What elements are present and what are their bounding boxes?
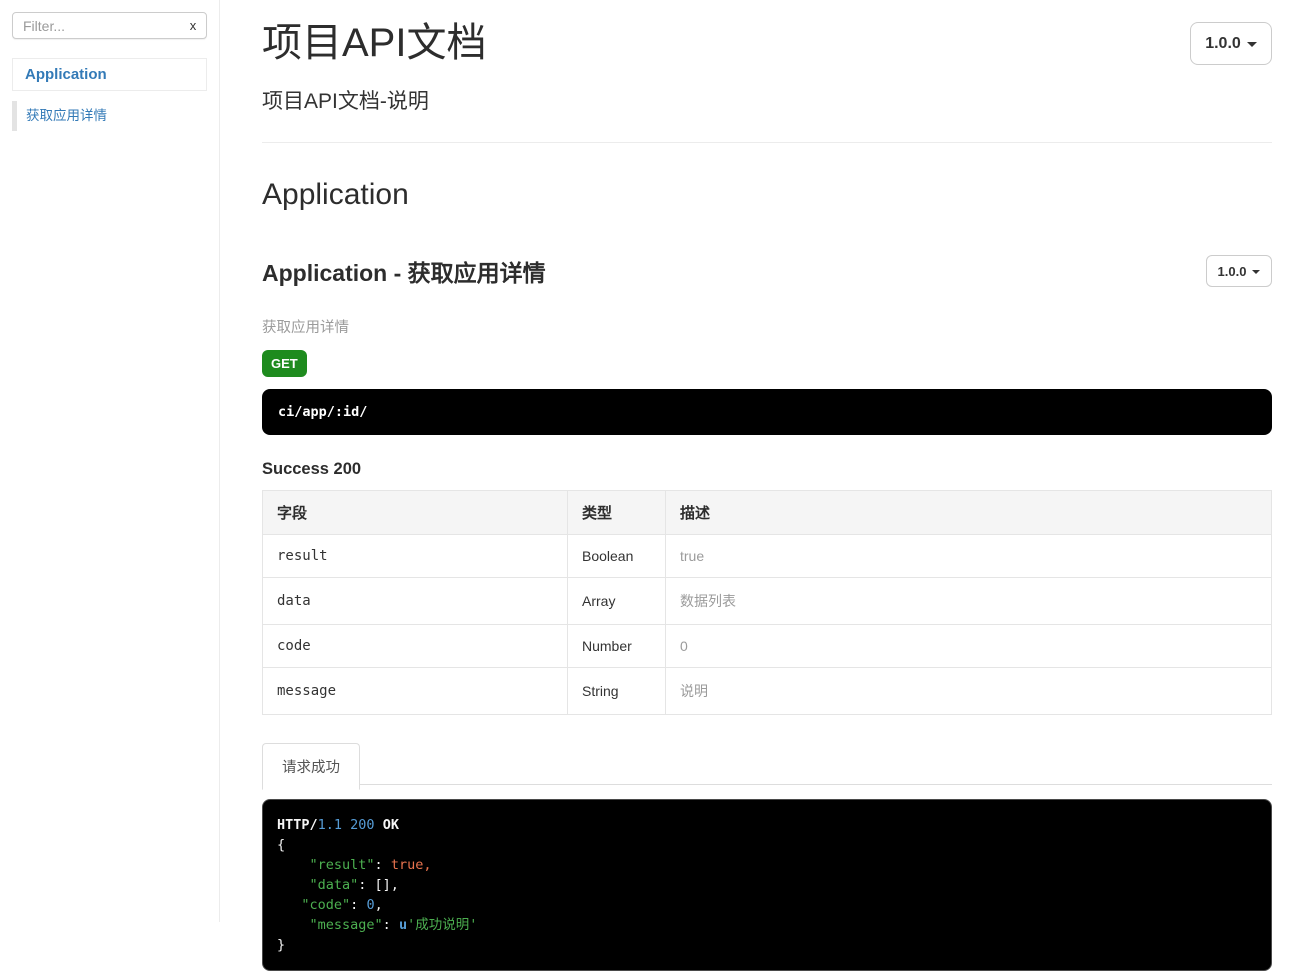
cell-type: Number (567, 624, 666, 668)
caret-down-icon (1246, 42, 1257, 47)
article-version-label: 1.0.0 (1217, 263, 1247, 279)
nav-item-marker-bar (12, 101, 17, 131)
cell-desc: 数据列表 (665, 577, 1272, 625)
page-title: 项目API文档 (262, 21, 487, 65)
cell-desc: 0 (665, 624, 1272, 668)
response-example-code: HTTP/1.1 200 OK { "result": true, "data"… (262, 799, 1272, 971)
cell-field: data (262, 577, 568, 625)
code-token-key: "result" (309, 857, 375, 873)
table-row: message String 说明 (262, 667, 1272, 715)
cell-field: message (262, 667, 568, 715)
cell-type: Boolean (567, 534, 666, 578)
cell-type: Array (567, 577, 666, 625)
table-column-header: 字段 (262, 490, 568, 535)
sidebar-item-label: 获取应用详情 (26, 108, 107, 123)
article-title: Application - 获取应用详情 (262, 260, 546, 286)
code-token-bold: HTTP/ (277, 817, 318, 833)
table-column-header: 描述 (665, 490, 1272, 535)
code-token-string: '成功说明' (407, 917, 478, 933)
code-token-number: 1.1 200 (317, 817, 375, 833)
caret-down-icon (1252, 270, 1261, 274)
table-row: code Number 0 (262, 624, 1272, 668)
code-token-boolean: true, (390, 857, 432, 873)
code-token-plain: : (374, 857, 391, 873)
code-token-bold: OK (382, 817, 399, 833)
method-badge: GET (262, 350, 307, 377)
code-token-plain: : (350, 897, 367, 913)
code-token-unicode: u (398, 917, 408, 933)
code-token-key: "data" (309, 877, 359, 893)
code-token-plain: , (374, 897, 383, 913)
main-content: 项目API文档 1.0.0 项目API文档-说明 Application App… (220, 10, 1294, 971)
cell-type: String (567, 667, 666, 715)
table-header-row: 字段 类型 描述 (262, 490, 1272, 535)
article-version-dropdown[interactable]: 1.0.0 (1206, 255, 1272, 287)
article-description: 获取应用详情 (262, 320, 349, 336)
code-token-plain: } (277, 937, 286, 953)
code-token-number: 0 (366, 897, 375, 913)
table-column-header: 类型 (567, 490, 666, 535)
cell-field: code (262, 624, 568, 668)
table-row: data Array 数据列表 (262, 577, 1272, 625)
code-token-plain: : (382, 917, 399, 933)
example-tabs: 请求成功 (262, 742, 1272, 790)
code-token-key: "code" (301, 897, 351, 913)
code-token-plain: { (277, 837, 286, 853)
sidebar: x Application 获取应用详情 (0, 0, 220, 922)
header-version-label: 1.0.0 (1205, 34, 1241, 52)
page-subtitle: 项目API文档-说明 (262, 90, 429, 113)
sidebar-group-application[interactable]: Application (12, 58, 207, 91)
code-token-key: "message" (309, 917, 383, 933)
table-row: result Boolean true (262, 534, 1272, 578)
cell-field: result (262, 534, 568, 578)
cell-desc: true (665, 534, 1272, 578)
sidebar-item-get-app-detail[interactable]: 获取应用详情 (12, 101, 207, 131)
success-fields-table: 字段 类型 描述 result Boolean true data Array 数据列表 cod… (262, 490, 1272, 715)
cell-desc: 说明 (665, 667, 1272, 715)
filter-input[interactable] (12, 12, 207, 39)
header-version-dropdown[interactable]: 1.0.0 (1190, 22, 1272, 65)
article-header: Application - 获取应用详情 1.0.0 (262, 254, 1272, 288)
header-divider (262, 142, 1272, 143)
success-title: Success 200 (262, 460, 362, 478)
filter-clear-button[interactable]: x (181, 13, 205, 38)
tab-request-success[interactable]: 请求成功 (262, 743, 360, 790)
filter-box: x (12, 12, 207, 39)
code-token-plain: : [], (358, 877, 399, 893)
endpoint-url: ci/app/:id/ (262, 389, 1272, 435)
group-title: Application (262, 178, 409, 211)
